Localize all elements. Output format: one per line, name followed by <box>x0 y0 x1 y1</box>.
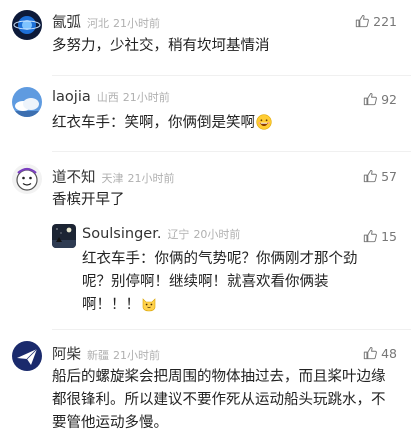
comment-meta: 山西 21小时前 <box>97 89 170 105</box>
username[interactable]: 道不知 <box>52 166 96 187</box>
location: 辽宁 <box>167 228 190 241</box>
night-sky-icon <box>52 224 76 248</box>
username[interactable]: Soulsinger. <box>82 226 161 242</box>
like-button[interactable]: 221 <box>355 11 397 31</box>
timestamp: 21小时前 <box>122 91 170 104</box>
divider <box>52 151 411 152</box>
like-count: 57 <box>381 168 397 184</box>
like-count: 221 <box>373 13 397 29</box>
comment-meta: 天津 21小时前 <box>102 170 175 186</box>
like-button[interactable]: 48 <box>363 343 397 363</box>
comment-body: 红衣车手：笑啊，你俩倒是笑啊 <box>52 112 399 135</box>
grinning-face-emoji-icon <box>256 114 272 130</box>
thumbs-up-icon <box>355 14 370 28</box>
comment-feed: 氤弧 河北 21小时前 221 多努力，少社交，稍有坎坷基情消 laojia 山西… <box>0 0 411 438</box>
location: 新疆 <box>87 349 109 362</box>
thumbs-up-icon <box>363 92 377 106</box>
location: 天津 <box>101 172 124 185</box>
thumbs-up-icon <box>363 169 377 183</box>
comment-meta: 辽宁 20小时前 <box>167 226 240 242</box>
location: 河北 <box>87 17 109 30</box>
thumbs-up-icon <box>363 346 377 360</box>
like-count: 48 <box>381 345 397 361</box>
like-count: 92 <box>381 91 397 107</box>
username[interactable]: 阿柴 <box>52 343 81 364</box>
like-button[interactable]: 92 <box>363 89 397 109</box>
like-count: 15 <box>381 228 397 244</box>
planet-icon <box>12 10 42 40</box>
divider <box>52 75 411 76</box>
location: 山西 <box>96 91 119 104</box>
timestamp: 20小时前 <box>193 228 241 241</box>
comment-text: 多努力，少社交，稍有坎坷基情消 <box>52 38 270 54</box>
avatar[interactable] <box>12 10 42 40</box>
timestamp: 21小时前 <box>113 17 160 30</box>
comment-body: 红衣车手：你俩的气势呢？你俩刚才那个劲呢？别停啊！继续啊！就喜欢看你俩装啊！！！ <box>82 248 371 317</box>
username[interactable]: 氤弧 <box>52 11 81 32</box>
comment-text: 红衣车手：你俩的气势呢？你俩刚才那个劲呢？别停啊！继续啊！就喜欢看你俩装啊！！！ <box>82 251 358 313</box>
divider <box>52 329 411 330</box>
username[interactable]: laojia <box>52 89 91 105</box>
comment-meta: 新疆 21小时前 <box>87 347 160 363</box>
comment-text: 船后的螺旋桨会把周围的物体抽过去，而且桨叶边缘都很锋利。所以建议不要作死从运动船… <box>52 369 386 431</box>
thumbs-up-icon <box>363 229 377 243</box>
avatar[interactable] <box>12 87 42 117</box>
cat-face-emoji-icon <box>142 298 156 312</box>
comment-text: 香槟开早了 <box>52 192 125 208</box>
avatar[interactable] <box>52 224 76 248</box>
comment-text: 红衣车手：笑啊，你俩倒是笑啊 <box>52 115 255 131</box>
like-button[interactable]: 57 <box>363 166 397 186</box>
paper-plane-icon <box>12 341 42 371</box>
timestamp: 21小时前 <box>113 349 160 362</box>
sky-cloud-icon <box>12 87 42 117</box>
cartoon-face-icon <box>12 164 42 194</box>
timestamp: 21小时前 <box>127 172 175 185</box>
comment-meta: 河北 21小时前 <box>87 15 160 31</box>
like-button[interactable]: 15 <box>363 226 397 246</box>
avatar[interactable] <box>12 164 42 194</box>
avatar[interactable] <box>12 341 42 371</box>
